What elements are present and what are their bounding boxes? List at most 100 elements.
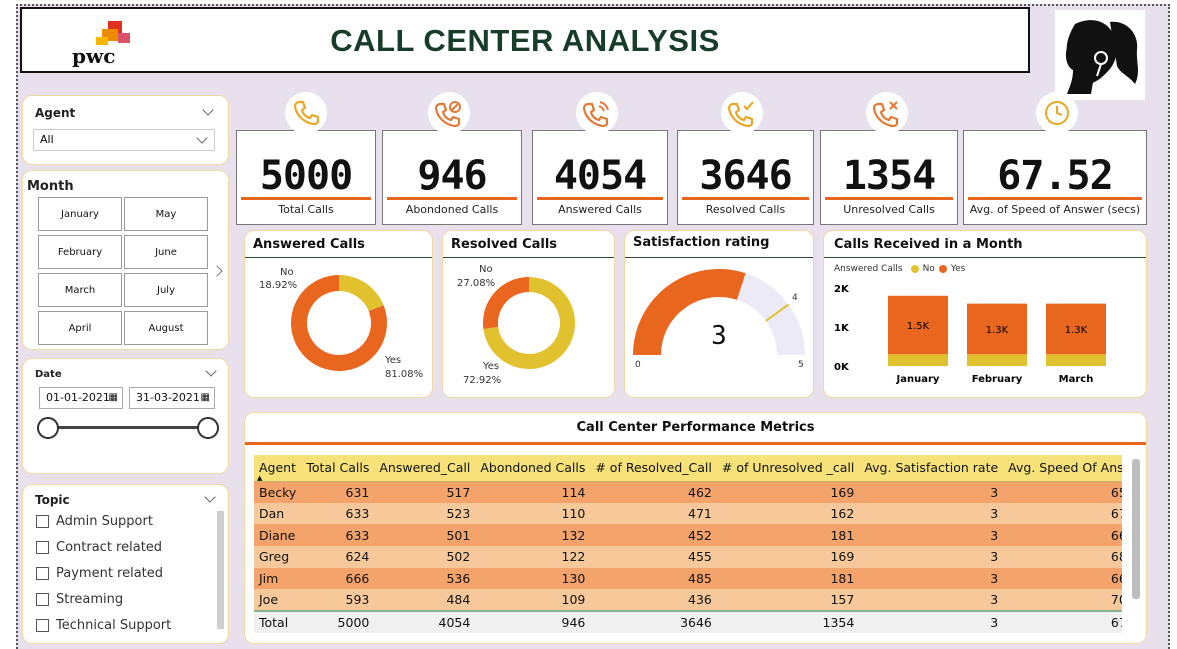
bar-segment-no[interactable] [1046,354,1106,366]
table-row[interactable]: Dan633523110471162367.28 [254,502,1122,525]
agent-dropdown[interactable]: All [33,129,215,151]
table-title: Call Center Performance Metrics [576,420,815,435]
table-cell: Greg [254,546,302,568]
month-button-august[interactable]: August [124,311,208,345]
gauge-min: 0 [635,360,641,370]
topic-option-admin-support[interactable]: Admin Support [36,514,153,529]
month-button-march[interactable]: March [38,273,122,307]
checkbox[interactable] [36,515,49,528]
resolved-donut [483,277,575,369]
bar-segment-no[interactable] [967,354,1027,366]
calendar-icon[interactable]: ▦ [201,388,210,408]
table-cell: 114 [475,481,591,503]
table-cell: 65.33 [1003,481,1122,503]
y-tick-label: 1K [834,323,850,334]
table-cell: 3 [859,524,1004,547]
resolved-no-pct: 27.08% [457,278,496,289]
month-slicer-title: Month [27,179,74,194]
kpi-label: Total Calls [278,203,334,216]
kpi-underline [968,197,1142,200]
chevron-down-icon[interactable] [204,491,216,503]
column-header[interactable]: # of Unresolved _call [716,455,860,482]
table-cell: 536 [374,567,476,590]
end-date-input[interactable]: 31-03-2021 ▦ [129,387,215,409]
table-cell: Becky [254,481,302,503]
table-cell: 3 [859,481,1004,503]
topic-option-payment-related[interactable]: Payment related [36,566,163,581]
column-header[interactable]: # of Resolved_Call [590,455,717,482]
month-button-february[interactable]: February [38,235,122,269]
answered-donut [291,275,387,371]
checkbox[interactable] [36,541,49,554]
topic-option-streaming[interactable]: Streaming [36,592,123,607]
table-cell: 109 [475,589,591,612]
phone-icon [285,92,327,134]
month-button-april[interactable]: April [38,311,122,345]
month-button-may[interactable]: May [124,197,208,231]
column-header[interactable]: Answered_Call [374,455,476,482]
resolved-yes-pct: 72.92% [463,375,502,386]
table-row[interactable]: Jim666536130485181366.34 [254,567,1122,590]
table-cell: 122 [475,546,591,568]
column-header[interactable]: Total Calls [301,455,375,482]
month-button-june[interactable]: June [124,235,208,269]
donut-slice-no[interactable] [339,275,384,312]
date-range-track [49,426,211,429]
kpi-underline [537,197,663,200]
kpi-label: Resolved Calls [705,203,786,216]
chevron-right-icon[interactable] [211,265,223,277]
kpi-answered-calls: 4054 Answered Calls [532,130,668,225]
kpi-value: 1354 [842,153,936,199]
table-cell: 130 [475,567,591,590]
table-scrollbar[interactable] [1132,459,1140,599]
kpi-resolved-calls: 3646 Resolved Calls [677,130,814,225]
kpi-underline [387,197,517,200]
kpi-underline [825,197,953,200]
answered-calls-chart: Answered Calls No 18.92% Yes 81.08% [244,230,433,398]
column-header[interactable]: Avg. Speed Of Answer [1003,455,1122,482]
table-viewport: Agent ▲ Total Calls Answered_Call Abondoned … [254,455,1122,643]
table-row[interactable]: Diane633501132452181366.27 [254,524,1122,547]
calendar-icon[interactable]: ▦ [109,388,118,408]
sort-ascending-icon[interactable]: ▲ [257,474,262,482]
table-cell: 631 [301,481,375,503]
table-cell: 484 [374,589,476,612]
topic-option-contract-related[interactable]: Contract related [36,540,162,555]
table-row[interactable]: Becky631517114462169365.33 [254,481,1122,503]
phone-missed-icon [428,92,470,134]
table-row[interactable]: Joe593484109436157370.99 [254,589,1122,612]
date-range-start-handle[interactable] [37,417,59,439]
topic-scrollbar[interactable] [217,511,224,629]
date-range-end-handle[interactable] [197,417,219,439]
checkbox[interactable] [36,619,49,632]
total-cell: Total [254,610,302,633]
chevron-down-icon[interactable] [205,365,217,377]
bar-segment-no[interactable] [888,354,948,366]
table-row[interactable]: Greg624502122455169368.44 [254,546,1122,568]
kpi-underline [682,197,809,200]
checkbox[interactable] [36,567,49,580]
agent-slicer: Agent All [22,95,229,165]
column-header[interactable]: Agent ▲ [254,455,302,482]
column-header[interactable]: Abondoned Calls [475,455,591,482]
total-cell: 4054 [374,610,476,633]
performance-table: Agent ▲ Total Calls Answered_Call Abondoned … [254,455,1122,633]
table-cell: 3 [859,589,1004,612]
column-header[interactable]: Avg. Satisfaction rate [859,455,1004,482]
table-total-row: Total5000405494636461354367.52 [254,610,1122,633]
table-cell: 436 [590,589,717,612]
gauge-max: 5 [798,360,804,370]
table-cell: 66.34 [1003,567,1122,590]
table-body: Becky631517114462169365.33Dan63352311047… [254,481,1122,633]
start-date-input[interactable]: 01-01-2021 ▦ [39,387,123,409]
resolved-calls-chart: Resolved Calls No 27.08% Yes 72.92% [442,230,615,398]
month-button-july[interactable]: July [124,273,208,307]
checkbox[interactable] [36,593,49,606]
chevron-down-icon[interactable] [202,104,214,116]
kpi-avg-speed-of-answer: 67.52 Avg. of Speed of Answer (secs) [963,130,1147,225]
table-cell: 181 [716,567,860,590]
month-button-january[interactable]: January [38,197,122,231]
kpi-label: Abondoned Calls [405,203,499,216]
topic-option-technical-support[interactable]: Technical Support [36,618,171,633]
table-cell: 162 [716,502,860,525]
